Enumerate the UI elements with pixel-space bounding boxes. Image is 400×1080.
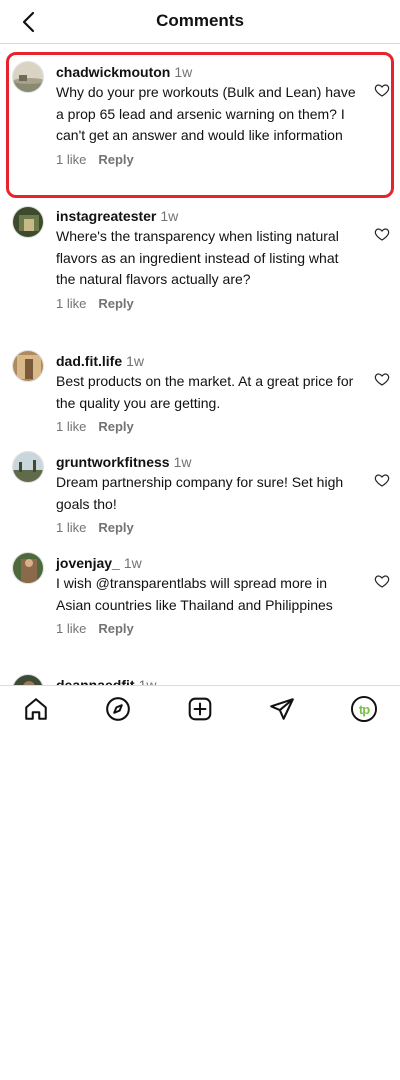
home-icon xyxy=(25,698,47,720)
reply-button[interactable]: Reply xyxy=(98,520,133,535)
heart-icon[interactable] xyxy=(374,371,390,387)
nav-messages-button[interactable] xyxy=(268,695,296,723)
reply-button[interactable]: Reply xyxy=(98,152,133,167)
heart-icon[interactable] xyxy=(374,82,390,98)
comment-header: jovenjay_ 1w xyxy=(56,555,356,572)
avatar[interactable] xyxy=(12,206,44,238)
page-title: Comments xyxy=(156,11,244,30)
heart-icon[interactable] xyxy=(374,472,390,488)
heart-icon[interactable] xyxy=(374,573,390,589)
comment-like-count[interactable]: 1 like xyxy=(56,621,86,636)
bottom-navigation: tp xyxy=(0,685,400,731)
avatar[interactable] xyxy=(12,552,44,584)
comment-list[interactable]: chadwickmouton 1w Why do your pre workout… xyxy=(0,44,400,685)
comment-text: Why do your pre workouts (Bulk and Lean)… xyxy=(56,84,356,143)
new-post-icon xyxy=(188,697,212,721)
reply-button[interactable]: Reply xyxy=(98,296,133,311)
comment-username[interactable]: dad.fit.life xyxy=(56,353,122,369)
header-bar: Comments xyxy=(0,0,400,44)
comment-text: I wish @transparentlabs will spread more… xyxy=(56,575,333,613)
avatar[interactable] xyxy=(12,61,44,93)
avatar[interactable] xyxy=(12,451,44,483)
comment-timestamp: 1w xyxy=(123,555,142,571)
comment-username[interactable]: instagreatester xyxy=(56,208,156,224)
profile-avatar: tp xyxy=(351,696,377,722)
comment-header: dad.fit.life 1w xyxy=(56,353,356,370)
comment-header: instagreatester 1w xyxy=(56,208,356,225)
comment-username[interactable]: deannaedfit xyxy=(56,677,135,685)
comment-like-count[interactable]: 1 like xyxy=(56,419,86,434)
comment-header: chadwickmouton 1w xyxy=(56,64,356,81)
comment-username[interactable]: chadwickmouton xyxy=(56,64,170,80)
comment-header: deannaedfit 1w xyxy=(56,677,356,685)
comment-username[interactable]: gruntworkfitness xyxy=(56,454,170,470)
direct-message-icon xyxy=(270,698,294,720)
comment-timestamp: 1w xyxy=(138,677,157,685)
profile-initials: tp xyxy=(353,698,375,720)
comment-username[interactable]: jovenjay_ xyxy=(56,555,120,571)
comment-timestamp: 1w xyxy=(160,208,179,224)
comment-like-count[interactable]: 1 like xyxy=(56,520,86,535)
heart-icon[interactable] xyxy=(374,226,390,242)
nav-explore-button[interactable] xyxy=(104,695,132,723)
comment-text: Dream partnership company for sure! Set … xyxy=(56,474,344,512)
comment-text: Where's the transparency when listing na… xyxy=(56,228,339,287)
comment-like-count[interactable]: 1 like xyxy=(56,152,86,167)
nav-new-post-button[interactable] xyxy=(186,695,214,723)
comment-text: Best products on the market. At a great … xyxy=(56,373,354,411)
explore-compass-icon xyxy=(106,697,130,721)
reply-button[interactable]: Reply xyxy=(98,419,133,434)
avatar[interactable] xyxy=(12,674,44,685)
avatar[interactable] xyxy=(12,350,44,382)
comment-like-count[interactable]: 1 like xyxy=(56,296,86,311)
comment-timestamp: 1w xyxy=(126,353,145,369)
comment-timestamp: 1w xyxy=(174,64,193,80)
comment-timestamp: 1w xyxy=(173,454,192,470)
nav-home-button[interactable] xyxy=(22,695,50,723)
comment-header: gruntworkfitness 1w xyxy=(56,454,356,471)
nav-profile-button[interactable]: tp xyxy=(350,695,378,723)
reply-button[interactable]: Reply xyxy=(98,621,133,636)
